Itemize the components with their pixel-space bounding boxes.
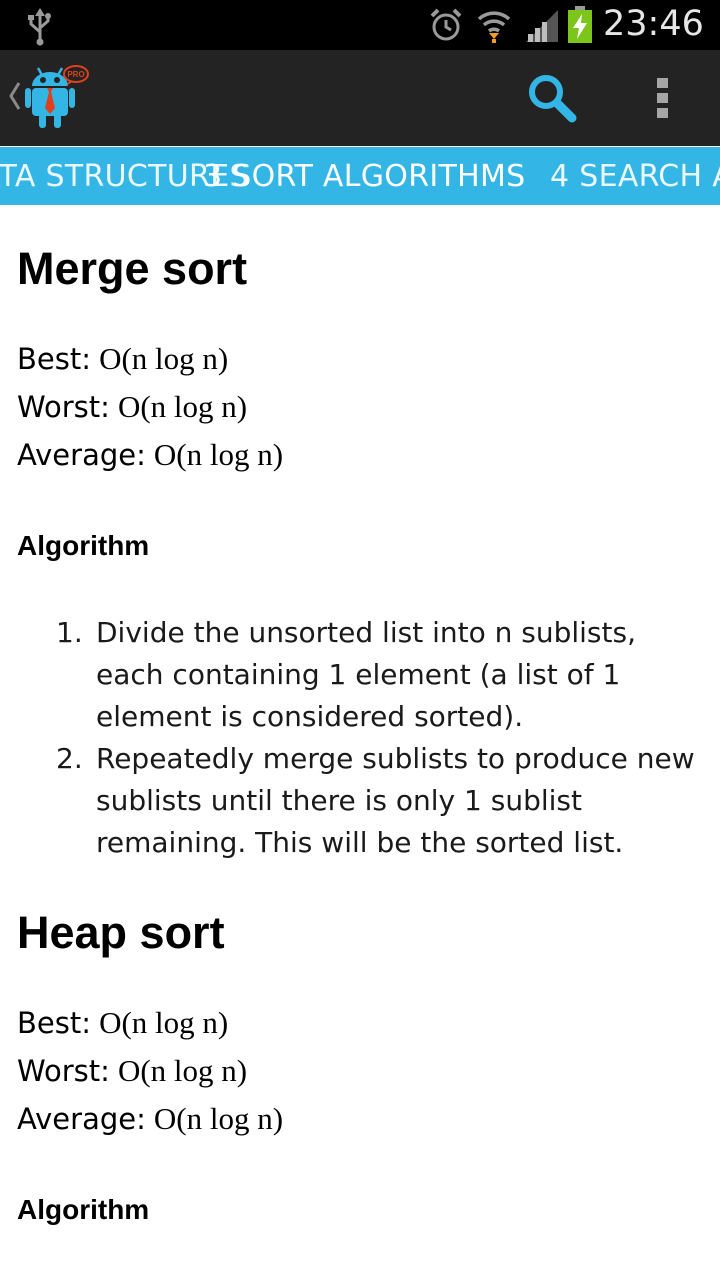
wifi-icon <box>476 7 512 50</box>
algorithm-steps: 1. Divide the unsorted list into n subli… <box>0 612 720 864</box>
algorithm-heading: Algorithm <box>17 530 150 561</box>
complexity-value: O(n log n) <box>153 1101 284 1136</box>
complexity-label: Best: <box>17 342 91 376</box>
complexity-average: Average: O(n log n) <box>17 437 283 473</box>
complexity-label: Average: <box>17 438 146 472</box>
step-text: Divide the unsorted list into n sublists… <box>96 616 636 733</box>
overflow-menu-icon[interactable] <box>655 76 671 125</box>
complexity-label: Best: <box>17 1006 91 1040</box>
status-time: 23:46 <box>603 4 704 44</box>
list-item: 2. Repeatedly merge sublists to produce … <box>0 738 720 864</box>
complexity-best: Best: O(n log n) <box>17 1005 228 1041</box>
app-logo-icon[interactable]: PRO <box>24 64 90 135</box>
tab-strip: 2 DATA STRUCTURES 3 SORT ALGORITHMS 4 SE… <box>0 147 720 205</box>
complexity-worst: Worst: O(n log n) <box>17 1053 247 1089</box>
complexity-value: O(n log n) <box>99 1005 229 1040</box>
algorithm-heading: Algorithm <box>17 1194 150 1225</box>
step-number: 2. <box>56 742 83 775</box>
section-title-merge-sort: Merge sort <box>17 243 248 294</box>
battery-charging-icon <box>567 6 593 49</box>
status-bar: 23:46 <box>0 0 720 50</box>
tab-sort-algorithms[interactable]: 3 SORT ALGORITHMS <box>203 159 526 194</box>
tab-search-algorithms[interactable]: 4 SEARCH ALGORITHMS <box>550 159 720 194</box>
complexity-average: Average: O(n log n) <box>17 1101 283 1137</box>
complexity-label: Worst: <box>17 390 110 424</box>
complexity-best: Best: O(n log n) <box>17 341 228 377</box>
section-title-heap-sort: Heap sort <box>17 907 225 958</box>
complexity-value: O(n log n) <box>117 389 248 424</box>
up-caret-icon[interactable] <box>6 80 22 117</box>
search-icon[interactable] <box>526 72 580 131</box>
complexity-value: O(n log n) <box>99 341 229 376</box>
step-text: Repeatedly merge sublists to produce new… <box>96 742 695 859</box>
complexity-value: O(n log n) <box>117 1053 248 1088</box>
usb-icon <box>26 6 54 51</box>
signal-icon <box>524 8 560 49</box>
complexity-label: Average: <box>17 1102 146 1136</box>
complexity-label: Worst: <box>17 1054 110 1088</box>
complexity-worst: Worst: O(n log n) <box>17 389 247 425</box>
alarm-icon <box>428 7 464 48</box>
complexity-value: O(n log n) <box>153 437 284 472</box>
pro-badge: PRO <box>67 70 84 79</box>
action-bar: PRO <box>0 50 720 146</box>
list-item: 1. Divide the unsorted list into n subli… <box>0 612 720 738</box>
step-number: 1. <box>56 616 83 649</box>
